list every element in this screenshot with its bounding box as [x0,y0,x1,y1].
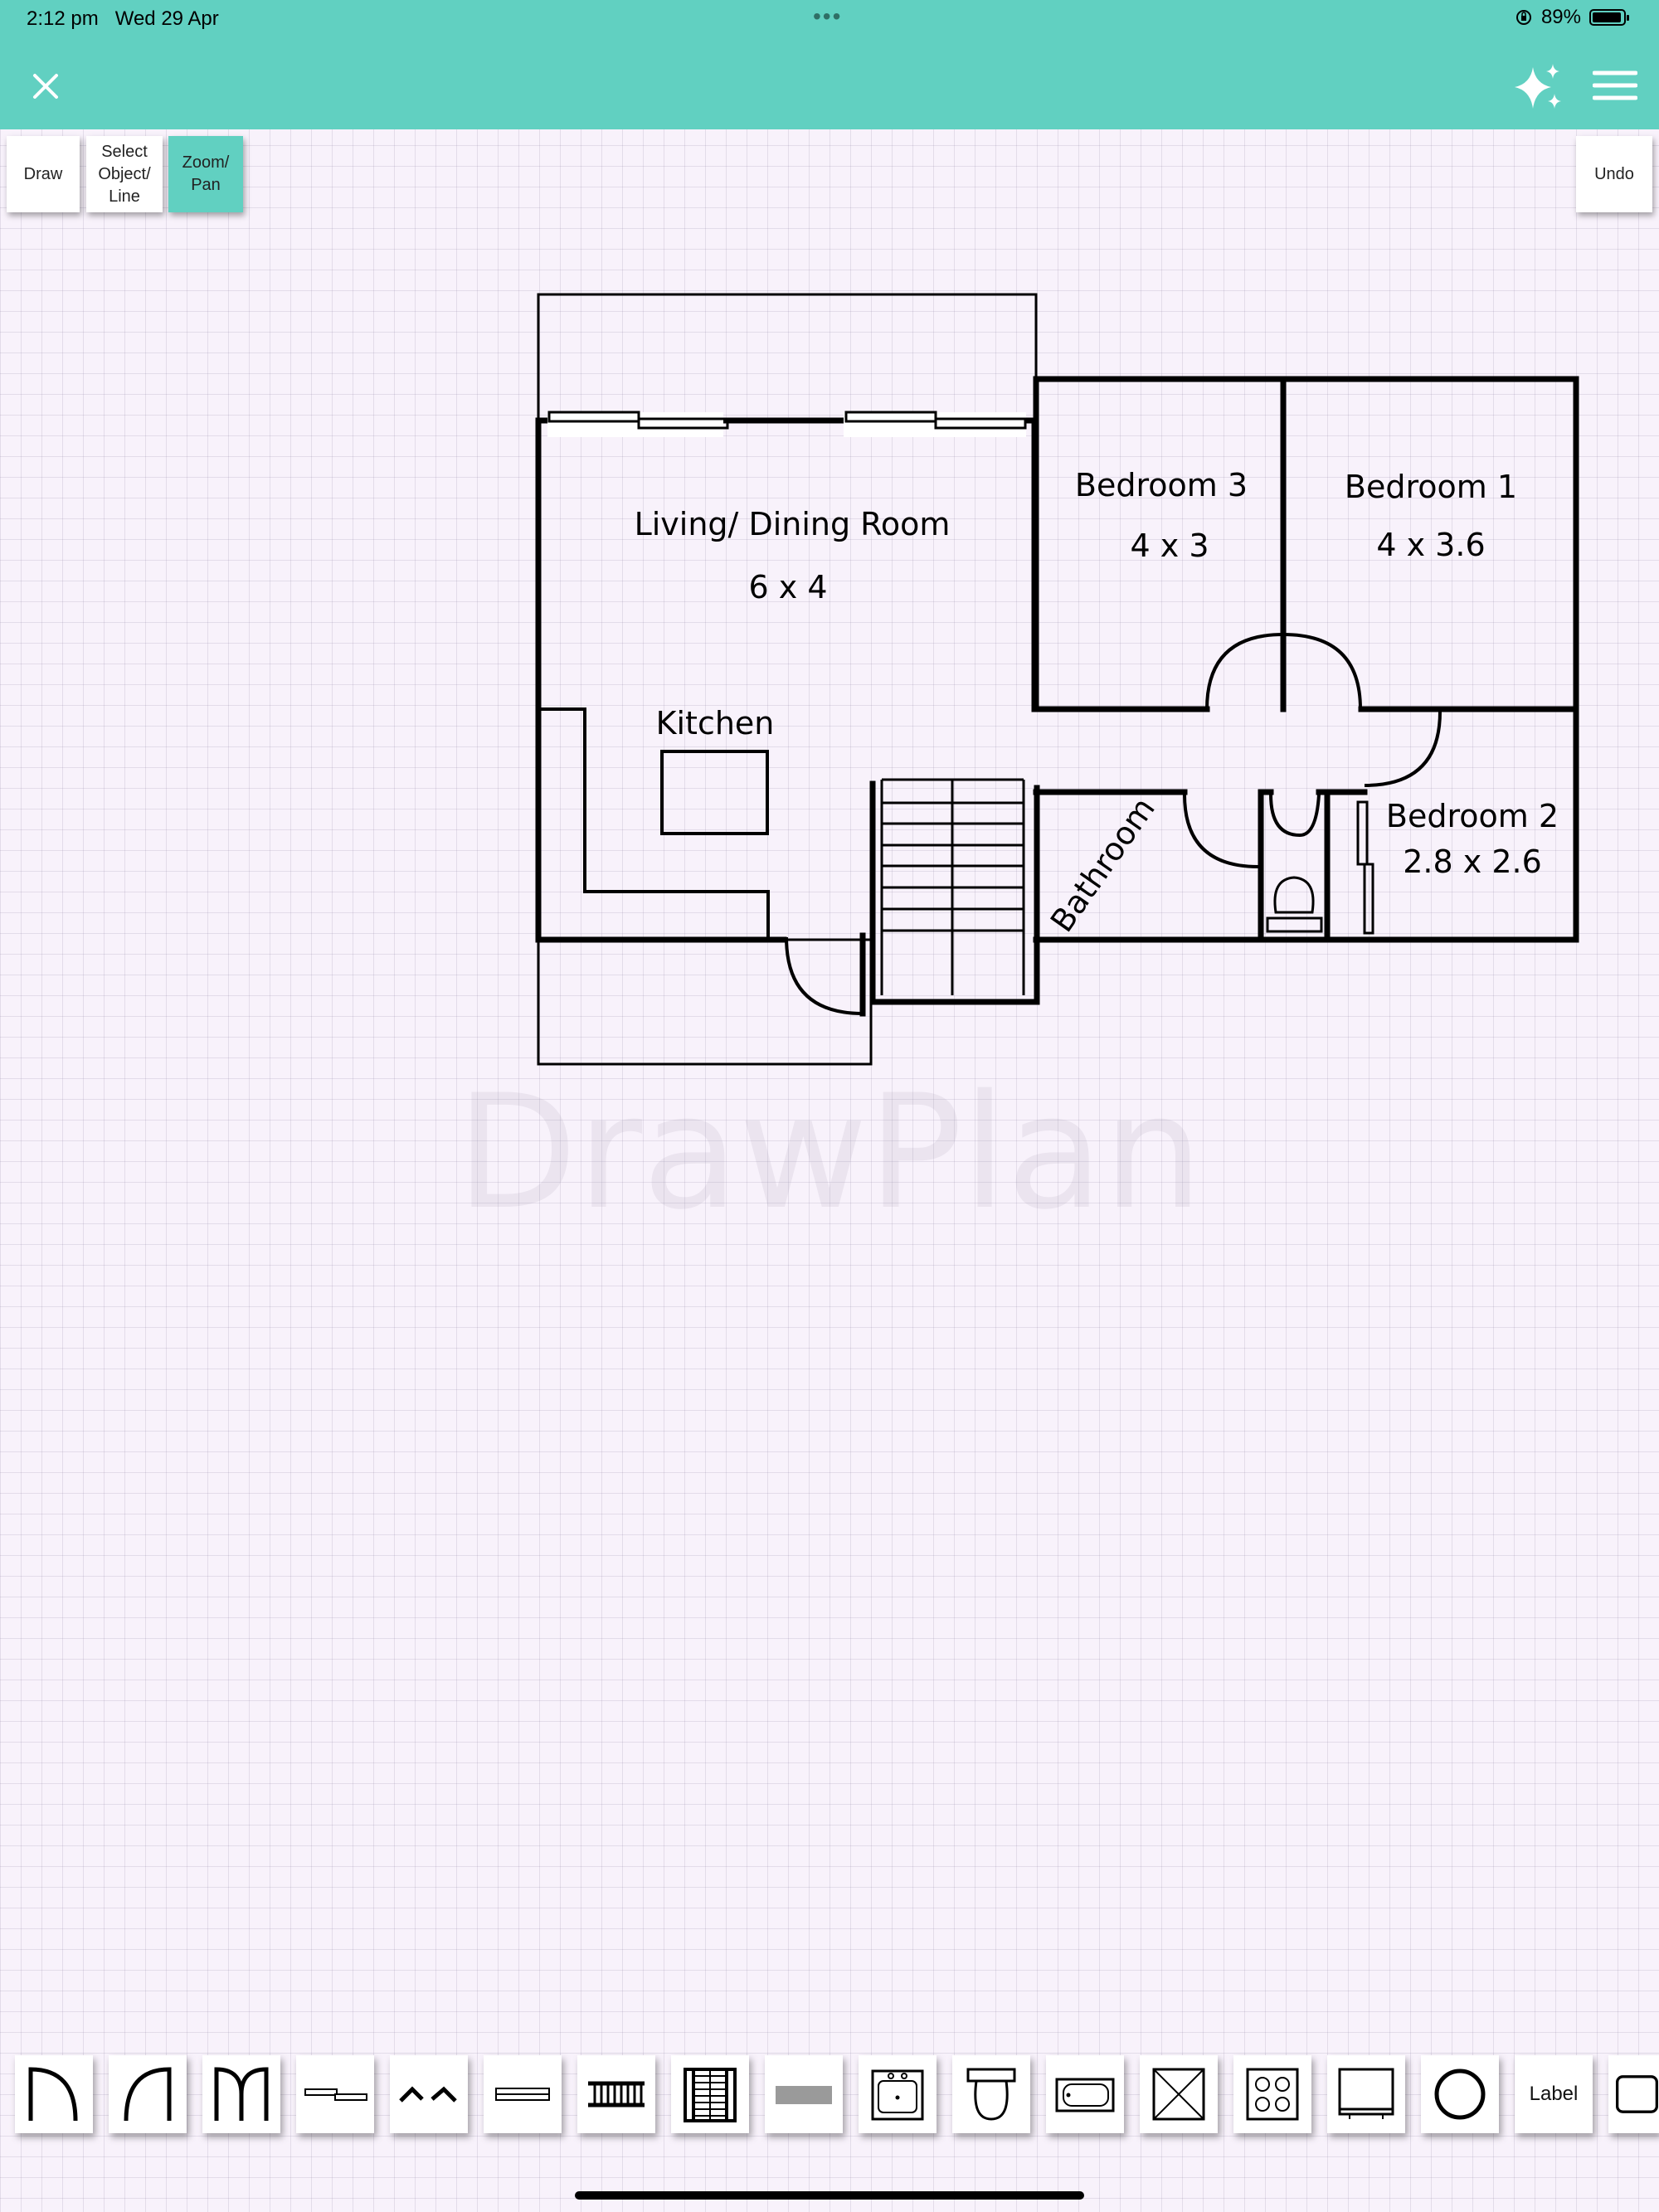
room-size-bedroom2[interactable]: 2.8 x 2.6 [1403,843,1542,880]
round-table-icon[interactable] [1421,2055,1499,2133]
door-left-icon[interactable] [15,2055,93,2133]
staircase[interactable] [869,778,1040,1005]
bathroom-door[interactable] [1183,794,1259,868]
undo-button[interactable]: Undo [1576,136,1652,212]
stairs-vertical-icon[interactable] [671,2055,749,2133]
square-tool[interactable] [1608,2055,1659,2133]
balcony-bottom[interactable] [537,938,873,1066]
room-size-bedroom1[interactable]: 4 x 3.6 [1376,527,1485,563]
room-size-bedroom3[interactable]: 4 x 3 [1131,527,1209,564]
cooktop-icon[interactable] [1233,2055,1311,2133]
room-label-bedroom1[interactable]: Bedroom 1 [1345,469,1517,505]
sliding-door-balcony-left[interactable] [547,411,729,437]
kitchen-counter[interactable] [541,707,770,940]
room-size-living[interactable]: 6 x 4 [749,569,828,605]
balcony-top[interactable] [537,293,1038,422]
zoom-pan-button[interactable]: Zoom/ Pan [168,136,243,212]
toilet-icon[interactable] [952,2055,1030,2133]
select-object-line-button[interactable]: Select Object/ Line [86,136,163,212]
door-right-icon[interactable] [109,2055,187,2133]
watermark: DrawPlan [456,1061,1203,1244]
draw-button[interactable]: Draw [7,136,80,212]
room-label-bathroom[interactable]: Bathroom [1044,790,1162,938]
room-label-living[interactable]: Living/ Dining Room [635,506,951,542]
floor-plan-canvas[interactable]: DrawPlan Living/ Dining Room 6 x 4 Kitch… [0,0,1659,2212]
sink-icon[interactable] [859,2055,937,2133]
bedroom2-wardrobe[interactable] [1356,800,1374,935]
toilet-fixture[interactable] [1266,876,1323,933]
wall-living-outer[interactable] [535,417,1038,943]
label-tool[interactable]: Label [1515,2055,1593,2133]
entry-door[interactable] [785,932,866,1017]
wall-bedrooms-north[interactable] [1033,376,1579,712]
room-label-kitchen[interactable]: Kitchen [656,705,775,741]
sliding-door-icon[interactable] [296,2055,374,2133]
sliding-door-balcony-right[interactable] [844,411,1027,437]
room-label-bedroom3[interactable]: Bedroom 3 [1075,467,1248,503]
home-indicator[interactable] [575,2191,1084,2200]
bedroom2-door[interactable] [1364,711,1442,787]
wc-door[interactable] [1269,794,1321,838]
shower-icon[interactable] [1140,2055,1218,2133]
double-door-icon[interactable] [202,2055,280,2133]
stairs-horizontal-icon[interactable] [577,2055,655,2133]
bay-window-icon[interactable] [390,2055,468,2133]
appliance-icon[interactable] [1327,2055,1405,2133]
object-palette: Label [0,2040,1659,2140]
window-icon[interactable] [484,2055,562,2133]
bath-icon[interactable] [1046,2055,1124,2133]
room-label-bedroom2[interactable]: Bedroom 2 [1386,798,1559,834]
wall-block-icon[interactable] [765,2055,843,2133]
kitchen-island[interactable] [660,750,769,835]
